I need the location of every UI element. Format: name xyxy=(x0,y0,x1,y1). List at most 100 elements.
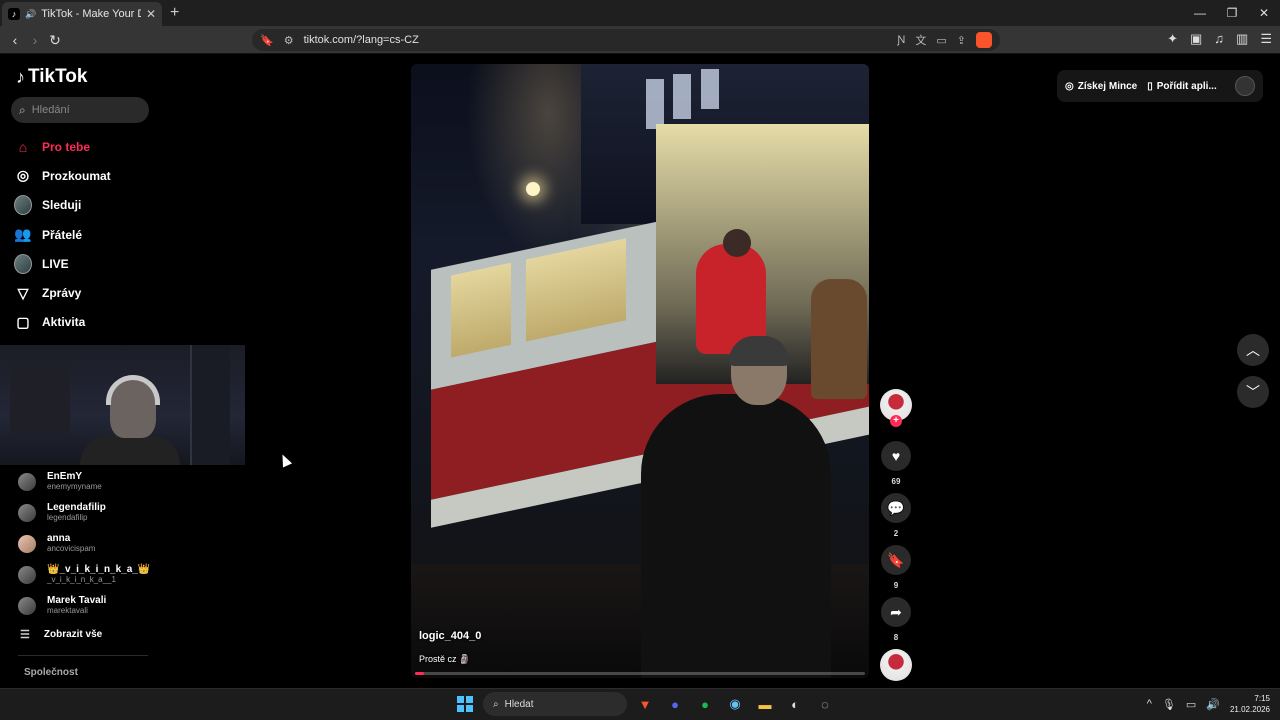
nav-item-activity[interactable]: ▢ Aktivita xyxy=(14,308,111,337)
discord-app-icon[interactable]: ● xyxy=(663,692,687,716)
account-handle: enemymyname xyxy=(47,482,102,491)
previous-video-button[interactable]: ︿ xyxy=(1237,334,1269,366)
following-item[interactable]: Marek Tavali marektavali xyxy=(18,590,150,621)
nav-item-explore[interactable]: ◎ Prozkoumat xyxy=(14,161,111,190)
app-icon[interactable]: ◐ xyxy=(783,692,807,716)
list-icon: ☰ xyxy=(20,628,30,641)
account-name: 👑_v_i_k_i_n_k_a_👑 xyxy=(47,564,151,575)
get-app-button[interactable]: ▯ Pořídit apli... xyxy=(1147,81,1217,92)
get-coins-label: Získej Mince xyxy=(1077,80,1138,92)
account-handle: _v_i_k_i_n_k_a__1 xyxy=(47,575,116,584)
nav-label: Prozkoumat xyxy=(42,168,111,183)
address-bar[interactable]: 🔖 ⚙ tiktok.com/?lang=cs-CZ Ɲ 文 ▭ ⇪ xyxy=(252,29,1000,51)
spotify-app-icon[interactable]: ● xyxy=(693,692,717,716)
speaker-icon[interactable]: 🔊 xyxy=(25,9,36,20)
show-all-button[interactable]: ☰ Zobrazit vše xyxy=(18,621,150,647)
video-username[interactable]: logic_404_0 xyxy=(419,630,481,642)
share-button[interactable]: ➦ xyxy=(881,597,911,627)
sidebar-icon[interactable]: ▥ xyxy=(1236,31,1248,47)
profile-avatar[interactable] xyxy=(1235,76,1255,96)
search-input[interactable]: ⌕ Hledání xyxy=(11,97,149,123)
following-item[interactable]: Legendafilip legendafilip xyxy=(18,497,150,528)
message-icon: ▢ xyxy=(16,313,30,330)
nav-item-following[interactable]: Sleduji xyxy=(14,191,111,220)
brave-app-icon[interactable]: ▼ xyxy=(633,692,657,716)
minimize-button[interactable]: — xyxy=(1184,0,1216,26)
taskbar-search-label: Hledat xyxy=(504,698,534,710)
url-text[interactable]: tiktok.com/?lang=cs-CZ xyxy=(304,34,419,46)
taskbar-search[interactable]: ⌕ Hledat xyxy=(483,692,627,716)
comment-button[interactable]: 💬 xyxy=(881,493,911,523)
site-info-icon[interactable]: ⚙ xyxy=(284,34,294,47)
tiktok-note-icon: ♪ xyxy=(16,66,25,87)
company-link[interactable]: Společnost xyxy=(24,667,78,678)
bookmark-icon[interactable]: 🔖 xyxy=(260,34,274,47)
send-icon: ▽ xyxy=(17,284,29,301)
chevron-up-icon[interactable]: ^ xyxy=(1147,698,1152,710)
following-item[interactable]: 👑_v_i_k_i_n_k_a_👑 _v_i_k_i_n_k_a__1 xyxy=(18,559,150,590)
video-progress-bar[interactable] xyxy=(415,672,865,675)
show-all-label: Zobrazit vše xyxy=(43,628,103,640)
tiktok-favicon-icon: ♪ xyxy=(8,8,20,20)
like-button[interactable]: ♥ xyxy=(881,441,911,471)
nav-item-friends[interactable]: 👥 Přátelé xyxy=(14,220,111,249)
close-tab-icon[interactable]: ✕ xyxy=(146,7,156,21)
following-accounts: EnEmY enemymyname Legendafilip legendafi… xyxy=(18,466,150,647)
steam-app-icon[interactable]: ◉ xyxy=(723,692,747,716)
tiktok-page: ♪ TikTok ⌕ Hledání ⌂ Pro tebe ◎ Prozkoum… xyxy=(0,54,1280,688)
search-icon: ⌕ xyxy=(19,102,26,117)
account-name: Legendafilip xyxy=(47,502,106,513)
close-window-button[interactable]: ✕ xyxy=(1248,0,1280,26)
menu-icon[interactable]: ☰ xyxy=(1260,31,1272,47)
nav-item-live[interactable]: LIVE xyxy=(14,249,111,278)
get-app-label: Pořídit apli... xyxy=(1156,80,1217,92)
sound-avatar[interactable] xyxy=(880,649,912,681)
account-name: anna xyxy=(47,533,71,544)
share-icon[interactable]: ⇪ xyxy=(957,34,966,47)
bookmark-icon: 🔖 xyxy=(887,551,905,568)
follow-plus-icon[interactable]: + xyxy=(890,415,902,427)
file-explorer-icon[interactable]: ▬ xyxy=(753,692,777,716)
clock[interactable]: 7:15 21.02.2026 xyxy=(1230,693,1270,715)
next-video-button[interactable]: ﹀ xyxy=(1237,376,1269,408)
tiktok-logo[interactable]: ♪ TikTok xyxy=(16,66,87,88)
media-icon[interactable]: ♫ xyxy=(1214,31,1224,47)
following-item[interactable]: EnEmY enemymyname xyxy=(18,466,150,497)
chevron-up-icon: ︿ xyxy=(1246,342,1260,358)
nav-item-for-you[interactable]: ⌂ Pro tebe xyxy=(14,132,111,161)
no-tracking-icon[interactable]: Ɲ xyxy=(897,34,905,46)
extensions-icon[interactable]: ✦ xyxy=(1167,31,1178,47)
heart-icon: ♥ xyxy=(891,448,901,464)
account-name: Marek Tavali xyxy=(47,595,107,606)
video-player[interactable]: logic_404_0 Prostě cz 🗿 xyxy=(411,64,869,678)
search-placeholder: Hledání xyxy=(31,104,70,116)
avatar xyxy=(18,565,36,584)
microphone-icon[interactable]: 🎙 xyxy=(1162,698,1176,711)
window-controls: — ❐ ✕ xyxy=(1184,0,1280,26)
back-button[interactable]: ‹ xyxy=(6,31,24,49)
comment-count: 2 xyxy=(893,529,899,538)
nav-item-messages[interactable]: ▽ Zprávy xyxy=(14,278,111,307)
start-button[interactable] xyxy=(453,692,477,716)
obs-app-icon[interactable]: ◌ xyxy=(813,692,837,716)
reload-button[interactable]: ↻ xyxy=(46,31,64,49)
avatar xyxy=(14,253,32,274)
translate-icon[interactable]: 文 xyxy=(915,32,926,48)
new-tab-button[interactable]: + xyxy=(170,4,179,22)
nav-label: LIVE xyxy=(42,256,69,271)
brave-shields-icon[interactable] xyxy=(976,32,992,48)
mouse-cursor-icon xyxy=(277,452,293,468)
browser-tab[interactable]: ♪ 🔊 TikTok - Make Your Day ✕ xyxy=(2,2,162,26)
creator-avatar[interactable]: + xyxy=(880,389,912,427)
account-handle: legendafilip xyxy=(47,513,88,522)
get-coins-button[interactable]: ◎ Získej Mince xyxy=(1065,81,1137,92)
forward-button[interactable]: › xyxy=(26,31,44,49)
volume-icon[interactable]: 🔊 xyxy=(1206,698,1220,711)
nav-label: Aktivita xyxy=(42,315,86,330)
restore-button[interactable]: ❐ xyxy=(1216,0,1248,26)
cast-icon[interactable]: ▭ xyxy=(936,34,946,47)
wallet-icon[interactable]: ▣ xyxy=(1190,31,1202,47)
following-item[interactable]: anna ancovicispam xyxy=(18,528,150,559)
network-icon[interactable]: ▭ xyxy=(1186,698,1196,711)
save-button[interactable]: 🔖 xyxy=(881,545,911,575)
